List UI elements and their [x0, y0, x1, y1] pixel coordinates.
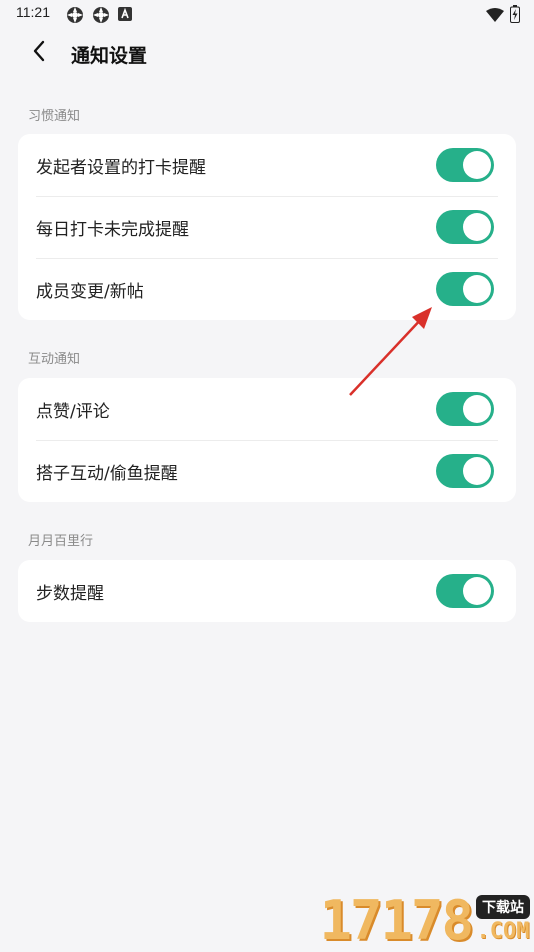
setting-label: 步数提醒	[36, 583, 104, 604]
watermark-number: 17178	[319, 889, 474, 952]
setting-label: 每日打卡未完成提醒	[36, 219, 189, 240]
card-habit-notifications: 发起者设置的打卡提醒 每日打卡未完成提醒 成员变更/新帖	[18, 134, 516, 320]
toggle-switch[interactable]	[436, 148, 494, 182]
status-icons-left	[66, 6, 132, 28]
section-label-habit: 习惯通知	[28, 109, 81, 124]
annotation-arrow	[340, 300, 440, 404]
watermark-logo: 17178 下载站 .COM	[319, 894, 530, 948]
toggle-switch[interactable]	[436, 454, 494, 488]
back-button[interactable]	[26, 40, 52, 66]
watermark-domain: .COM	[476, 919, 530, 944]
status-icons-right	[486, 5, 520, 27]
setting-label: 搭子互动/偷鱼提醒	[36, 463, 178, 484]
chevron-left-icon	[32, 40, 46, 66]
toggle-switch[interactable]	[436, 574, 494, 608]
app-notification-icon	[92, 6, 110, 28]
toggle-knob	[463, 151, 491, 179]
setting-row: 每日打卡未完成提醒	[18, 196, 516, 258]
watermark-tag: 下载站	[476, 895, 530, 919]
battery-charging-icon	[510, 5, 520, 27]
card-steps-notifications: 步数提醒	[18, 560, 516, 622]
card-interaction-notifications: 点赞/评论 搭子互动/偷鱼提醒	[18, 378, 516, 502]
toggle-knob	[463, 395, 491, 423]
toggle-knob	[463, 213, 491, 241]
toggle-switch[interactable]	[436, 392, 494, 426]
app-notification-icon	[66, 6, 84, 28]
watermark-right: 下载站 .COM	[476, 895, 530, 944]
setting-row: 成员变更/新帖	[18, 258, 516, 320]
setting-label: 发起者设置的打卡提醒	[36, 157, 206, 178]
setting-row: 步数提醒	[18, 560, 516, 622]
toggle-knob	[463, 457, 491, 485]
wifi-icon	[486, 7, 504, 26]
toggle-switch[interactable]	[436, 272, 494, 306]
setting-label: 点赞/评论	[36, 401, 110, 422]
status-time: 11:21	[16, 4, 50, 20]
section-label-steps: 月月百里行	[28, 534, 94, 549]
setting-row: 点赞/评论	[18, 378, 516, 440]
toggle-switch[interactable]	[436, 210, 494, 244]
toggle-knob	[463, 275, 491, 303]
toggle-knob	[463, 577, 491, 605]
status-bar: 11:21	[0, 0, 534, 28]
section-label-interaction: 互动通知	[28, 352, 81, 367]
setting-row: 发起者设置的打卡提醒	[18, 134, 516, 196]
setting-label: 成员变更/新帖	[36, 281, 144, 302]
setting-row: 搭子互动/偷鱼提醒	[18, 440, 516, 502]
page-title: 通知设置	[71, 45, 148, 67]
a-letter-icon	[118, 6, 132, 28]
nav-bar: 通知设置	[0, 28, 534, 76]
